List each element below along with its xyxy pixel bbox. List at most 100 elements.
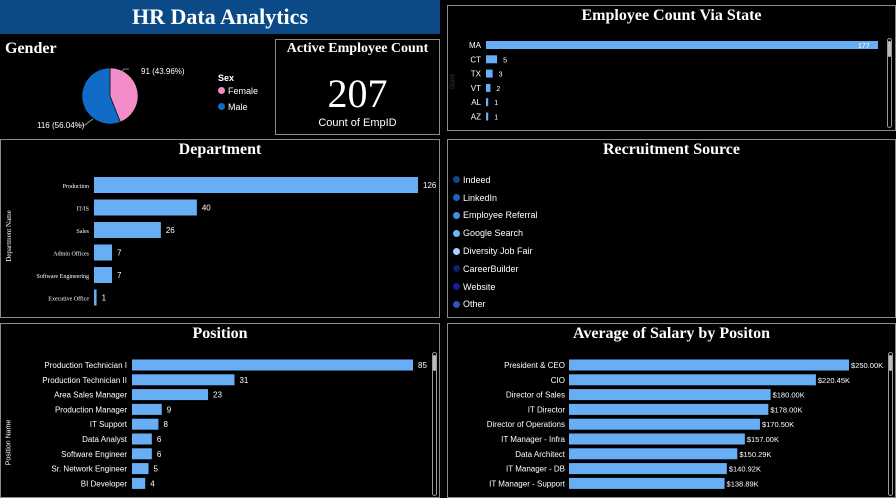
category-label-ma: MA <box>469 41 482 50</box>
bar-software-engineering[interactable] <box>94 267 112 283</box>
value-label-production: 126 <box>423 181 437 190</box>
value-label-it-manager-support: $138.89K <box>727 479 759 488</box>
legend-dot-male <box>218 103 225 110</box>
pie-label-male: 116 (56.04%) <box>37 121 85 130</box>
bar-production[interactable] <box>94 177 418 193</box>
category-label-it-manager-support: IT Manager - Support <box>489 479 566 488</box>
bar-it-manager-support[interactable] <box>569 477 725 489</box>
value-label-production-technician-i: 85 <box>418 361 427 370</box>
bar-ma[interactable] <box>486 41 878 49</box>
category-label-al: AL <box>471 98 481 107</box>
value-label-ct: 5 <box>503 57 507 64</box>
state-bar-chart: MA 177 CT 5 TX 3 VT 2 AL 1 AZ 1 <box>469 41 878 122</box>
value-label-it-manager-infra: $157.00K <box>747 435 779 444</box>
card-caption: Count of EmpID <box>318 117 397 129</box>
category-label-it-manager-db: IT Manager - DB <box>506 465 565 474</box>
bar-it-director[interactable] <box>569 403 769 415</box>
value-label-al: 1 <box>494 100 498 107</box>
bar-ct[interactable] <box>486 55 498 64</box>
value-label-data-analyst: 6 <box>157 435 162 444</box>
state-scrollbar[interactable] <box>887 38 892 128</box>
legend-label-male: Male <box>228 102 248 112</box>
header-banner: HR Data Analytics <box>0 0 440 34</box>
bar-vt[interactable] <box>486 83 491 92</box>
value-label-executive-office: 1 <box>102 294 107 303</box>
bar-tx[interactable] <box>486 69 493 78</box>
value-label-area-sales-manager: 23 <box>213 391 222 400</box>
value-label-software-engineering: 7 <box>117 271 122 280</box>
category-label-data-analyst: Data Analyst <box>82 435 128 444</box>
bar-data-analyst[interactable] <box>132 433 152 445</box>
scroll-thumb[interactable] <box>433 355 436 371</box>
value-label-production-manager: 9 <box>167 405 172 414</box>
value-label-software-engineer: 6 <box>157 450 162 459</box>
active-employee-card: Active Employee Count 207 Count of EmpID <box>275 39 440 135</box>
category-label-it-support: IT Support <box>90 420 128 429</box>
bar-admin-offices[interactable] <box>94 244 112 261</box>
salary-scrollbar[interactable] <box>888 352 893 496</box>
bar-sales[interactable] <box>94 222 161 238</box>
category-label-cio: CIO <box>551 376 565 385</box>
recruitment-pie-chart: 66 (31.88%)58 (28.02%)26 (12.56%)19 (9.1… <box>448 140 896 318</box>
value-label-it-is: 40 <box>202 204 211 213</box>
department-panel: Department Department Name Production 126… <box>0 139 440 318</box>
position-bar-chart: Production Technician I 85Production Tech… <box>42 359 427 489</box>
state-panel: Employee Count Via State State MA 177 CT 5 T… <box>447 5 896 131</box>
legend-item-female[interactable]: Female <box>218 86 258 96</box>
bar-it-manager-db[interactable] <box>569 463 727 475</box>
category-label-area-sales-manager: Area Sales Manager <box>54 391 127 400</box>
bar-director-of-operations[interactable] <box>569 418 760 430</box>
value-label-bi-developer: 4 <box>150 479 155 488</box>
category-label-production-manager: Production Manager <box>55 405 127 414</box>
bar-it-support[interactable] <box>132 418 159 430</box>
bar-area-sales-manager[interactable] <box>132 389 209 401</box>
bar-executive-office[interactable] <box>94 289 97 306</box>
value-label-sales: 26 <box>166 226 175 235</box>
category-label-vt: VT <box>471 84 481 93</box>
category-label-sr-network-engineer: Sr. Network Engineer <box>51 465 127 474</box>
salary-bar-chart: President & CEO $250.00K CIO $220.45K Direct… <box>487 359 883 489</box>
pie-slices <box>81 67 139 125</box>
value-label-sr-network-engineer: 5 <box>154 465 159 474</box>
category-label-software-engineer: Software Engineer <box>61 450 127 459</box>
category-label-director-of-sales: Director of Sales <box>506 391 565 400</box>
bar-software-engineer[interactable] <box>132 448 152 460</box>
department-bar-chart: Production 126 IT/IS 40 Sales 26 Admin Offices… <box>37 177 437 306</box>
value-label-data-architect: $150.29K <box>739 450 771 459</box>
bar-production-technician-ii[interactable] <box>132 374 235 386</box>
scroll-thumb[interactable] <box>888 41 891 57</box>
card-value: 207 <box>327 71 388 116</box>
bar-production-technician-i[interactable] <box>132 359 413 371</box>
value-label-tx: 3 <box>499 72 503 79</box>
bar-production-manager[interactable] <box>132 403 162 415</box>
position-panel: Position Position Name Production Techni… <box>0 323 440 498</box>
value-label-production-technician-ii: 31 <box>239 376 248 385</box>
bar-az[interactable] <box>486 112 489 121</box>
scroll-thumb[interactable] <box>889 355 892 371</box>
bar-bi-developer[interactable] <box>132 477 146 489</box>
gender-section: Gender 91 (43.96%) 116 (56.04%) Sex Fema… <box>0 36 273 136</box>
dashboard-title: HR Data Analytics <box>132 4 308 29</box>
position-scrollbar[interactable] <box>432 352 437 496</box>
bar-it-manager-infra[interactable] <box>569 433 745 445</box>
value-label-ma: 177 <box>858 43 870 50</box>
value-label-it-support: 8 <box>163 420 168 429</box>
value-label-admin-offices: 7 <box>117 249 122 258</box>
category-label-executive-office: Executive Office <box>48 296 89 303</box>
value-label-az: 1 <box>494 115 498 122</box>
legend-item-male[interactable]: Male <box>218 102 258 112</box>
salary-panel: Average of Salary by Positon President &… <box>447 323 896 498</box>
recruitment-panel: Recruitment Source Indeed LinkedIn Employe… <box>447 139 896 318</box>
bar-data-architect[interactable] <box>569 448 738 460</box>
category-label-production: Production <box>63 184 89 190</box>
category-label-it-director: IT Director <box>528 405 566 414</box>
bar-sr-network-engineer[interactable] <box>132 463 149 475</box>
bar-cio[interactable] <box>569 374 816 386</box>
bar-director-of-sales[interactable] <box>569 389 771 401</box>
bar-al[interactable] <box>486 98 489 107</box>
salary-title: Average of Salary by Positon <box>572 325 770 342</box>
value-label-cio: $220.45K <box>818 376 850 385</box>
category-label-production-technician-i: Production Technician I <box>44 361 127 370</box>
bar-it-is[interactable] <box>94 199 197 216</box>
bar-president-ceo[interactable] <box>569 359 849 371</box>
